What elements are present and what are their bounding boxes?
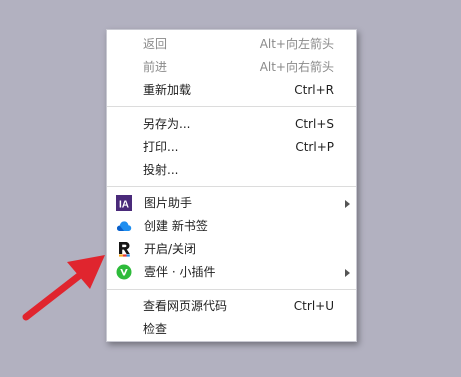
annotation-arrow	[22, 255, 105, 321]
desktop-background: { "context_menu": { "items": [ {"label":…	[0, 0, 461, 377]
